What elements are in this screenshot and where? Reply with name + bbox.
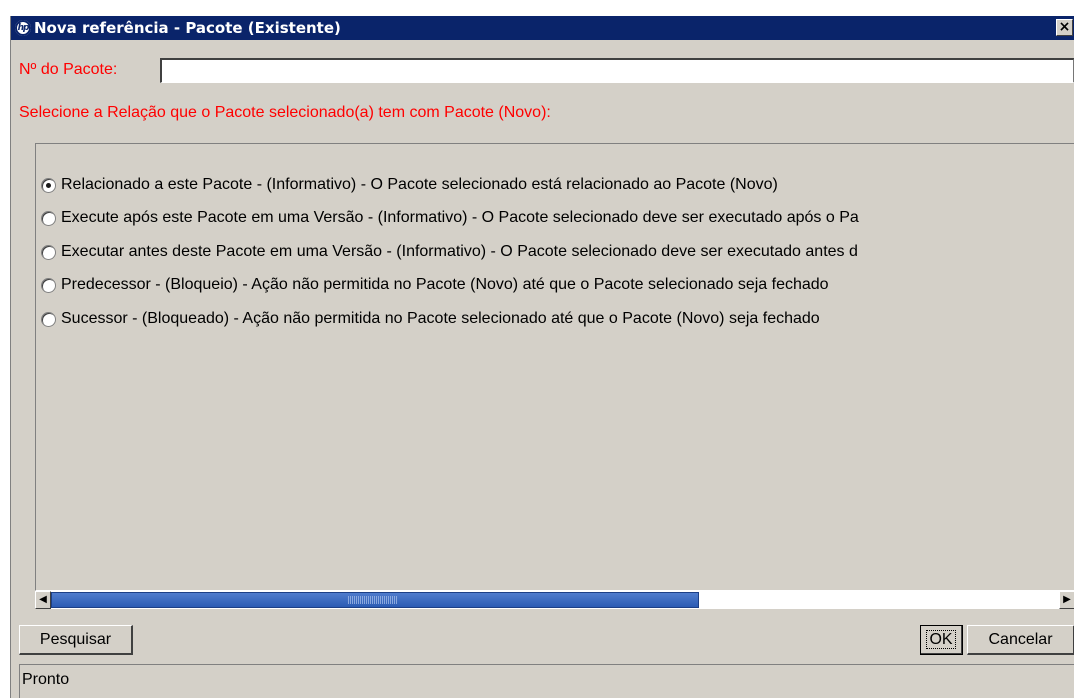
dialog-window: hp Nova referência - Pacote (Existente) … bbox=[10, 16, 1074, 698]
radio-option-label: Sucessor - (Bloqueado) - Ação não permit… bbox=[61, 310, 820, 327]
close-button[interactable]: × bbox=[1056, 19, 1073, 36]
package-number-input[interactable] bbox=[160, 58, 1074, 83]
radio-button-icon[interactable] bbox=[41, 178, 56, 193]
search-button[interactable]: Pesquisar bbox=[19, 625, 133, 655]
ok-button[interactable]: OK bbox=[920, 625, 963, 655]
status-bar: Pronto bbox=[19, 664, 1074, 698]
scrollbar-thumb[interactable] bbox=[51, 592, 699, 608]
relation-options-panel: Relacionado a este Pacote - (Informativo… bbox=[35, 143, 1074, 591]
radio-button-icon[interactable] bbox=[41, 278, 56, 293]
ok-button-label: OK bbox=[926, 630, 956, 649]
package-number-label: Nº do Pacote: bbox=[19, 61, 118, 78]
radio-option-label: Executar antes deste Pacote em uma Versã… bbox=[61, 243, 858, 260]
radio-option-label: Relacionado a este Pacote - (Informativo… bbox=[61, 176, 778, 193]
relation-instruction: Selecione a Relação que o Pacote selecio… bbox=[19, 104, 551, 121]
radio-button-icon[interactable] bbox=[41, 312, 56, 327]
radio-button-icon[interactable] bbox=[41, 211, 56, 226]
scroll-right-arrow-icon[interactable]: ▶ bbox=[1059, 591, 1074, 609]
scrollbar-grip-icon bbox=[348, 596, 398, 604]
radio-option-label: Execute após este Pacote em uma Versão -… bbox=[61, 209, 859, 226]
radio-button-icon[interactable] bbox=[41, 245, 56, 260]
cancel-button[interactable]: Cancelar bbox=[967, 625, 1074, 655]
scroll-left-arrow-icon[interactable]: ◀ bbox=[35, 591, 51, 609]
title-bar[interactable]: hp Nova referência - Pacote (Existente) … bbox=[11, 16, 1074, 40]
window-title: Nova referência - Pacote (Existente) bbox=[34, 19, 341, 37]
radio-option-label: Predecessor - (Bloqueio) - Ação não perm… bbox=[61, 276, 829, 293]
horizontal-scrollbar[interactable]: ◀ ▶ bbox=[35, 591, 1074, 609]
hp-logo-icon: hp bbox=[15, 20, 31, 36]
